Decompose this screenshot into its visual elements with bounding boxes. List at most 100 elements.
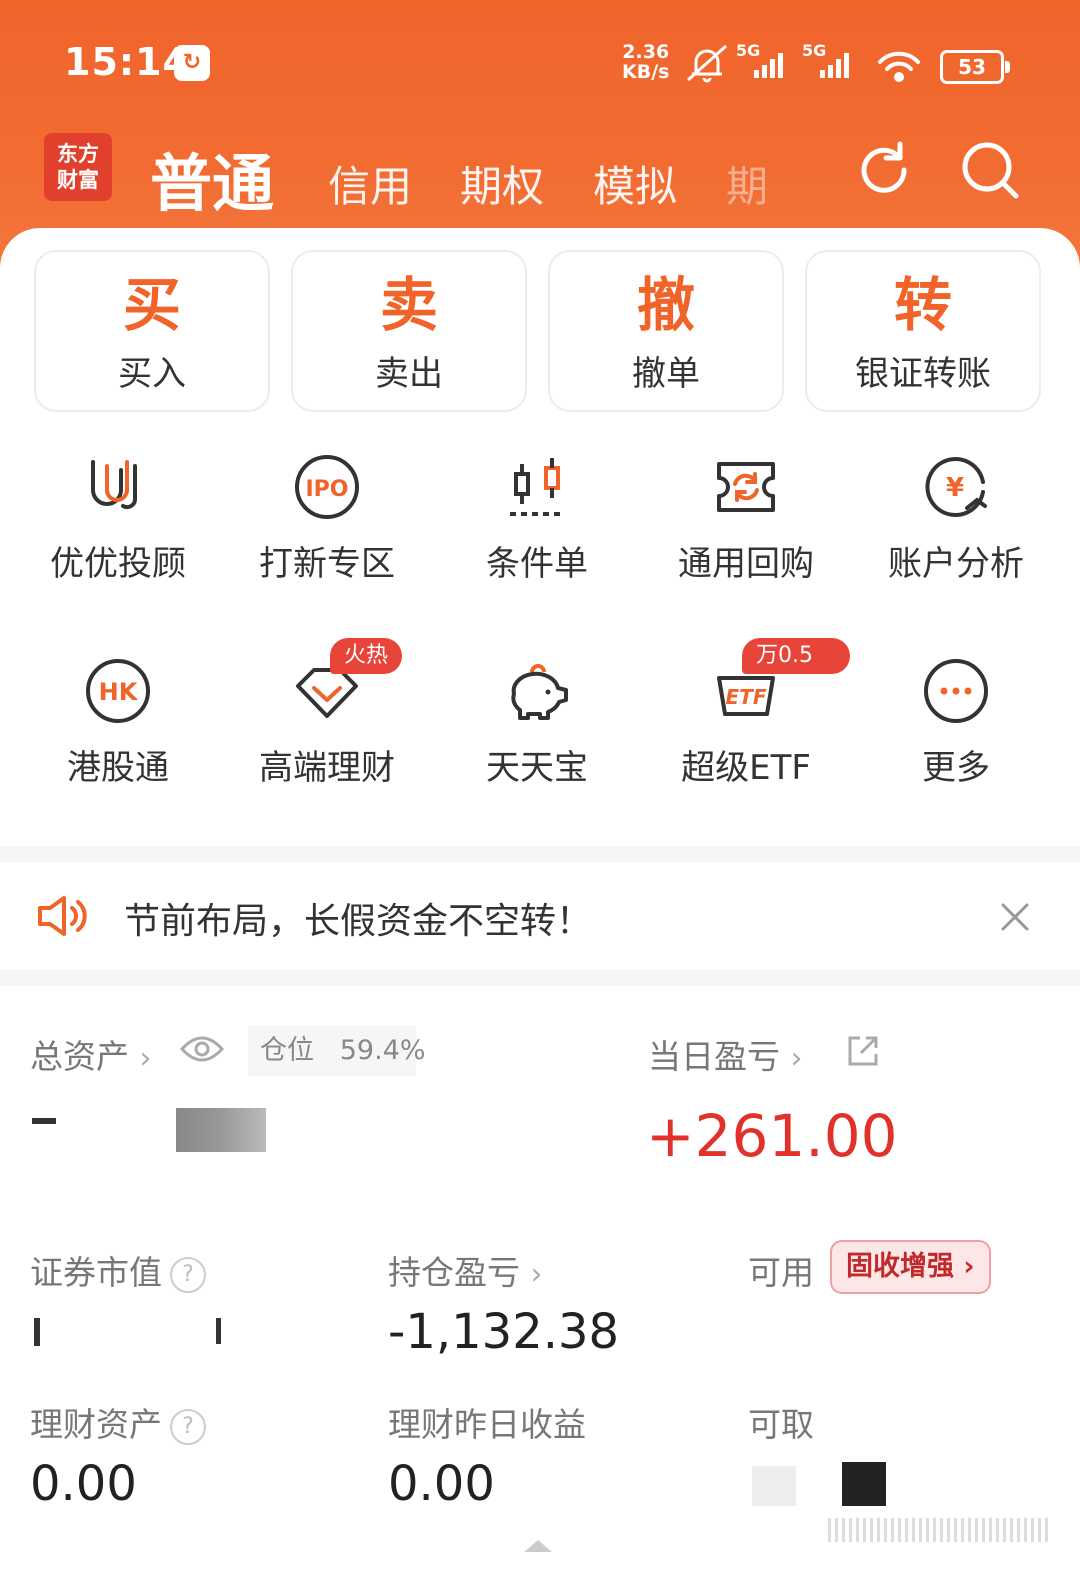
sell-glyph: 卖 [379, 271, 438, 339]
grid-item-repurchase[interactable]: 通用回购 [646, 452, 846, 585]
svg-text:ETF: ETF [726, 685, 767, 709]
buy-button[interactable]: 买 买入 [34, 250, 270, 412]
redacted-mark [216, 1318, 221, 1344]
wealth-assets-header: 理财资产? [30, 1398, 206, 1446]
grid-label-repurchase: 通用回购 [678, 544, 814, 584]
app-logo: 东方 财富 [44, 133, 112, 201]
battery-indicator: 53 [940, 50, 1010, 84]
signal-label-2: 5G [802, 41, 826, 60]
grid-label-more: 更多 [922, 748, 990, 788]
notice-bar[interactable]: 节前布局，长假资金不空转！ [0, 862, 1080, 970]
uu-advisor-icon [91, 460, 137, 510]
grid-label-uu-advisor: 优优投顾 [50, 544, 186, 584]
search-icon[interactable] [958, 138, 1022, 202]
more-icon [924, 659, 988, 723]
section-divider-2 [0, 970, 1080, 986]
refresh-icon[interactable] [852, 138, 916, 202]
chevron-right-icon: › [790, 1041, 803, 1076]
candlestick-icon [510, 458, 564, 516]
redacted-mark [34, 1318, 40, 1346]
redacted-withdrawable [752, 1466, 796, 1506]
status-bar: 15:14 ↻ 2.36 KB/s 5G 5G 53 [0, 0, 1080, 120]
position-chip: 仓位 59.4% [248, 1026, 426, 1076]
redacted-mark [32, 1118, 56, 1124]
cancel-label: 撤单 [632, 354, 700, 394]
hot-badge: 火热 [330, 638, 403, 674]
grid-label-premium-wealth: 高端理财 [259, 748, 395, 788]
grid-item-more[interactable]: 更多 [856, 656, 1056, 789]
market-value-label: 证券市值 [30, 1253, 162, 1292]
withdrawable-label: 可取 [748, 1405, 814, 1444]
grid-item-account-analysis[interactable]: ¥ 账户分析 [856, 452, 1056, 585]
grid-label-super-etf: 超级ETF [681, 748, 811, 788]
watermark [828, 1518, 1050, 1542]
grid-item-uu-advisor[interactable]: 优优投顾 [18, 452, 218, 585]
transfer-label: 银证转账 [855, 354, 991, 394]
wifi-icon [878, 51, 920, 82]
grid-label-account-analysis: 账户分析 [888, 544, 1024, 584]
tab-credit[interactable]: 信用 [328, 153, 412, 214]
signal-icons: 5G 5G [686, 41, 920, 83]
fixed-income-promo-button[interactable]: 固收增强 › [830, 1240, 991, 1294]
bank-transfer-button[interactable]: 转 银证转账 [805, 250, 1041, 412]
grid-item-super-etf[interactable]: ETF 超级ETF [646, 656, 846, 789]
help-icon[interactable]: ? [170, 1408, 206, 1445]
hk-icon: HK [86, 659, 150, 723]
wealth-yesterday-label: 理财昨日收益 [388, 1405, 586, 1444]
eye-icon[interactable] [180, 1034, 224, 1064]
network-speed: 2.36 KB/s [622, 42, 669, 82]
grid-label-conditional-order: 条件单 [486, 544, 588, 584]
total-assets-link[interactable]: 总资产 › [30, 1030, 152, 1078]
grid-item-conditional-order[interactable]: 条件单 [437, 452, 637, 585]
grid-label-hk-connect: 港股通 [67, 748, 169, 788]
mute-bell-icon [686, 44, 728, 83]
daily-pnl-value: +261.00 [646, 1102, 898, 1170]
holding-pnl-link[interactable]: 持仓盈亏 › [388, 1246, 543, 1294]
tab-simulation[interactable]: 模拟 [593, 153, 677, 214]
section-divider [0, 846, 1080, 862]
fee-badge: 万0.5 [742, 638, 850, 674]
sell-button[interactable]: 卖 卖出 [291, 250, 527, 412]
grid-item-ipo[interactable]: IPO 打新专区 [227, 452, 427, 585]
help-icon[interactable]: ? [170, 1256, 206, 1293]
cancel-order-button[interactable]: 撤 撤单 [548, 250, 784, 412]
buy-glyph: 买 [122, 271, 181, 339]
grid-item-hk-connect[interactable]: HK 港股通 [18, 656, 218, 789]
notice-text: 节前布局，长假资金不空转！ [124, 901, 593, 942]
close-icon[interactable] [1000, 902, 1030, 932]
chevron-right-icon: › [530, 1257, 543, 1292]
sell-label: 卖出 [375, 354, 443, 394]
share-icon[interactable] [846, 1034, 880, 1068]
tab-futures[interactable]: 期 [726, 153, 768, 214]
buy-label: 买入 [118, 354, 186, 394]
chevron-up-icon[interactable] [522, 1538, 554, 1554]
grid-item-tiantianbao[interactable]: 天天宝 [437, 656, 637, 789]
tab-normal[interactable]: 普通 [150, 133, 274, 223]
ipo-icon: IPO [295, 455, 359, 519]
available-label: 可用 [748, 1253, 814, 1292]
tab-options[interactable]: 期权 [460, 153, 544, 214]
svg-text:¥: ¥ [946, 473, 964, 503]
logo-line-2: 财富 [57, 167, 99, 192]
wealth-yesterday-value: 0.00 [388, 1456, 495, 1512]
svg-text:IPO: IPO [305, 477, 348, 502]
wealth-assets-label: 理财资产 [30, 1405, 162, 1444]
app-notification-icon: ↻ [174, 45, 210, 81]
redacted-total-assets [176, 1108, 266, 1152]
status-time: 15:14 [64, 40, 190, 84]
cancel-glyph: 撤 [636, 271, 695, 339]
signal-label-1: 5G [736, 41, 760, 60]
yen-analysis-icon: ¥ [925, 457, 987, 517]
holding-pnl-value: -1,132.38 [388, 1304, 620, 1360]
piggy-bank-icon [511, 664, 568, 720]
daily-pnl-link[interactable]: 当日盈亏 › [648, 1030, 803, 1078]
position-label: 仓位 [260, 1035, 314, 1066]
logo-line-1: 东方 [57, 141, 99, 166]
net-speed-unit: KB/s [622, 61, 670, 83]
market-value-header: 证券市值? [30, 1246, 206, 1294]
repurchase-icon [717, 462, 775, 512]
position-value: 59.4% [339, 1035, 426, 1066]
transfer-glyph: 转 [893, 271, 952, 339]
svg-text:HK: HK [99, 678, 139, 706]
grid-item-premium-wealth[interactable]: 高端理财 [227, 656, 427, 789]
